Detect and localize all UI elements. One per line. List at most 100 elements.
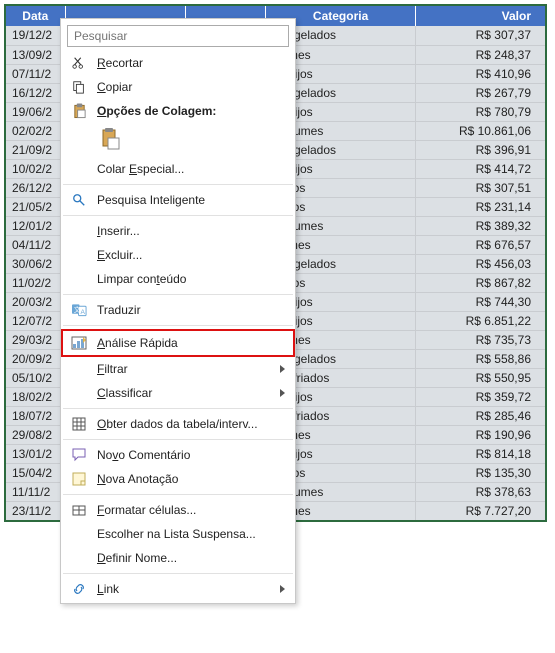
menu-label: Escolher na Lista Suspensa...: [97, 527, 285, 541]
menu-label: Opções de Colagem:: [97, 104, 285, 118]
menu-paste-special[interactable]: Colar Especial...: [61, 157, 295, 181]
menu-separator: [63, 494, 293, 495]
cell-valor[interactable]: R$ 190,96: [416, 425, 546, 444]
menu-separator: [63, 573, 293, 574]
cell-date[interactable]: 21/05/2: [5, 197, 65, 216]
cell-valor[interactable]: R$ 7.727,20: [416, 501, 546, 521]
menu-separator: [63, 184, 293, 185]
menu-translate[interactable]: 文A Traduzir: [61, 298, 295, 322]
cell-valor[interactable]: R$ 285,46: [416, 406, 546, 425]
cell-valor[interactable]: R$ 378,63: [416, 482, 546, 501]
cell-date[interactable]: 21/09/2: [5, 140, 65, 159]
menu-cut[interactable]: Recortar: [61, 51, 295, 75]
menu-new-note[interactable]: Nova Anotação: [61, 467, 295, 491]
cell-date[interactable]: 15/04/2: [5, 463, 65, 482]
cell-valor[interactable]: R$ 135,30: [416, 463, 546, 482]
menu-insert[interactable]: Inserir...: [61, 219, 295, 243]
cell-valor[interactable]: R$ 780,79: [416, 102, 546, 121]
paste-options-row: [61, 123, 295, 157]
cell-date[interactable]: 10/02/2: [5, 159, 65, 178]
magnifier-icon: [69, 191, 89, 209]
menu-sort[interactable]: Classificar: [61, 381, 295, 405]
cell-date[interactable]: 16/12/2: [5, 83, 65, 102]
cell-date[interactable]: 13/01/2: [5, 444, 65, 463]
cell-valor[interactable]: R$ 735,73: [416, 330, 546, 349]
menu-smart-lookup[interactable]: Pesquisa Inteligente: [61, 188, 295, 212]
cell-date[interactable]: 29/03/2: [5, 330, 65, 349]
menu-label: Análise Rápida: [97, 336, 285, 350]
cell-date[interactable]: 13/09/2: [5, 45, 65, 64]
menu-link[interactable]: Link: [61, 577, 295, 601]
cell-valor[interactable]: R$ 410,96: [416, 64, 546, 83]
cell-valor[interactable]: R$ 414,72: [416, 159, 546, 178]
cell-valor[interactable]: R$ 307,51: [416, 178, 546, 197]
menu-new-comment[interactable]: Novo Comentário: [61, 443, 295, 467]
menu-label: Inserir...: [97, 224, 285, 238]
menu-label: Classificar: [97, 386, 285, 400]
cell-valor[interactable]: R$ 248,37: [416, 45, 546, 64]
cell-date[interactable]: 30/06/2: [5, 254, 65, 273]
menu-quick-analysis[interactable]: Análise Rápida: [61, 329, 295, 357]
menu-label: Recortar: [97, 56, 285, 70]
menu-format-cells[interactable]: Formatar células...: [61, 498, 295, 522]
cell-date[interactable]: 20/09/2: [5, 349, 65, 368]
menu-label: Limpar conteúdo: [97, 272, 285, 286]
format-cells-icon: [69, 501, 89, 519]
menu-separator: [63, 439, 293, 440]
cell-valor[interactable]: R$ 676,57: [416, 235, 546, 254]
cell-date[interactable]: 05/10/2: [5, 368, 65, 387]
cell-valor[interactable]: R$ 867,82: [416, 273, 546, 292]
cell-date[interactable]: 12/01/2: [5, 216, 65, 235]
cell-valor[interactable]: R$ 307,37: [416, 26, 546, 45]
cell-date[interactable]: 11/11/2: [5, 482, 65, 501]
cell-date[interactable]: 20/03/2: [5, 292, 65, 311]
menu-label: Nova Anotação: [97, 472, 285, 486]
cell-date[interactable]: 29/08/2: [5, 425, 65, 444]
paste-default-button[interactable]: [97, 125, 125, 153]
context-menu: Recortar Copiar Opções de Colagem: Colar…: [60, 18, 296, 604]
cell-valor[interactable]: R$ 558,86: [416, 349, 546, 368]
menu-define-name[interactable]: Definir Nome...: [61, 546, 295, 570]
quick-analysis-icon: [69, 334, 89, 352]
menu-get-data-from-table[interactable]: Obter dados da tabela/interv...: [61, 412, 295, 436]
search-input[interactable]: [67, 25, 289, 47]
menu-separator: [63, 325, 293, 326]
copy-icon: [69, 78, 89, 96]
header-valor[interactable]: Valor: [416, 5, 546, 26]
translate-icon: 文A: [69, 301, 89, 319]
cell-date[interactable]: 04/11/2: [5, 235, 65, 254]
cell-date[interactable]: 11/02/2: [5, 273, 65, 292]
cell-valor[interactable]: R$ 814,18: [416, 444, 546, 463]
cell-valor[interactable]: R$ 456,03: [416, 254, 546, 273]
cell-valor[interactable]: R$ 359,72: [416, 387, 546, 406]
cell-date[interactable]: 19/12/2: [5, 26, 65, 45]
menu-label: Novo Comentário: [97, 448, 285, 462]
cell-date[interactable]: 07/11/2: [5, 64, 65, 83]
cell-valor[interactable]: R$ 267,79: [416, 83, 546, 102]
cell-date[interactable]: 19/06/2: [5, 102, 65, 121]
note-icon: [69, 470, 89, 488]
cell-date[interactable]: 12/07/2: [5, 311, 65, 330]
menu-pick-from-list[interactable]: Escolher na Lista Suspensa...: [61, 522, 295, 546]
header-date[interactable]: Data: [5, 5, 65, 26]
cell-valor[interactable]: R$ 550,95: [416, 368, 546, 387]
menu-separator: [63, 294, 293, 295]
cell-date[interactable]: 18/07/2: [5, 406, 65, 425]
cell-date[interactable]: 26/12/2: [5, 178, 65, 197]
menu-delete[interactable]: Excluir...: [61, 243, 295, 267]
cell-valor[interactable]: R$ 389,32: [416, 216, 546, 235]
cell-valor[interactable]: R$ 396,91: [416, 140, 546, 159]
menu-clear-contents[interactable]: Limpar conteúdo: [61, 267, 295, 291]
cell-date[interactable]: 23/11/2: [5, 501, 65, 521]
menu-separator: [63, 408, 293, 409]
menu-filter[interactable]: Filtrar: [61, 357, 295, 381]
cell-date[interactable]: 18/02/2: [5, 387, 65, 406]
menu-label: Pesquisa Inteligente: [97, 193, 285, 207]
cell-date[interactable]: 02/02/2: [5, 121, 65, 140]
cell-valor[interactable]: R$ 10.861,06: [416, 121, 546, 140]
cell-valor[interactable]: R$ 744,30: [416, 292, 546, 311]
cell-valor[interactable]: R$ 6.851,22: [416, 311, 546, 330]
menu-separator: [63, 215, 293, 216]
cell-valor[interactable]: R$ 231,14: [416, 197, 546, 216]
menu-copy[interactable]: Copiar: [61, 75, 295, 99]
